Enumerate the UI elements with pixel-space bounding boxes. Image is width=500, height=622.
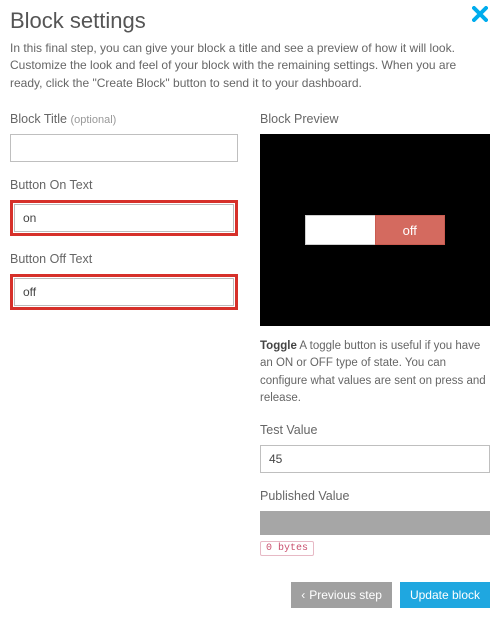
chevron-left-icon: ‹ [301,588,305,602]
button-on-input[interactable] [14,204,234,232]
page-title: Block settings [10,8,146,34]
button-on-label: Button On Text [10,178,238,192]
button-off-highlight [10,274,238,310]
close-icon[interactable] [472,6,488,22]
toggle-off-side: off [375,215,446,245]
button-off-input[interactable] [14,278,234,306]
block-preview-label: Block Preview [260,112,490,126]
block-title-input[interactable] [10,134,238,162]
page-description: In this final step, you can give your bl… [10,40,490,92]
bytes-badge: 0 bytes [260,541,314,556]
button-on-highlight [10,200,238,236]
button-off-label: Button Off Text [10,252,238,266]
preview-caption: Toggle A toggle button is useful if you … [260,338,490,407]
toggle-on-side [305,215,375,245]
test-value-label: Test Value [260,423,490,437]
toggle-widget[interactable]: off [305,215,445,245]
published-value-bar [260,511,490,535]
published-value-label: Published Value [260,489,490,503]
block-title-label: Block Title (optional) [10,112,238,126]
update-block-button[interactable]: Update block [400,582,490,608]
block-preview: off [260,134,490,326]
test-value-input[interactable] [260,445,490,473]
previous-step-button[interactable]: ‹ Previous step [291,582,392,608]
